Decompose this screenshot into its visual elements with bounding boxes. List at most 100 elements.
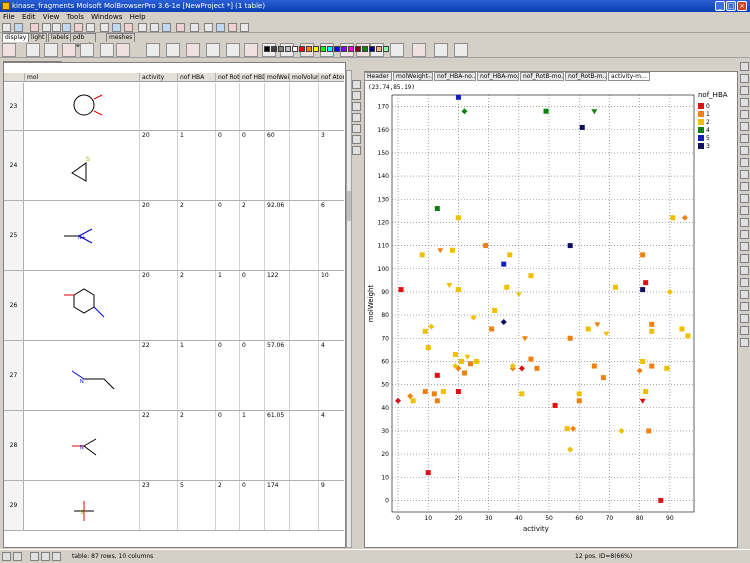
- data-point[interactable]: [576, 398, 582, 404]
- data-point[interactable]: [639, 398, 646, 404]
- data-point[interactable]: [468, 361, 474, 367]
- data-point[interactable]: [591, 109, 598, 115]
- data-point[interactable]: [434, 206, 440, 212]
- right-tool-button[interactable]: [740, 122, 749, 131]
- palette-swatch[interactable]: [306, 46, 312, 52]
- palette-swatch[interactable]: [264, 46, 270, 52]
- data-point[interactable]: [658, 497, 664, 503]
- data-point[interactable]: [640, 252, 646, 258]
- data-point[interactable]: [458, 358, 464, 364]
- data-point[interactable]: [461, 108, 468, 115]
- right-tool-button[interactable]: [740, 338, 749, 347]
- data-point[interactable]: [666, 288, 673, 295]
- status-icon-1[interactable]: [2, 552, 11, 561]
- data-point[interactable]: [528, 273, 534, 279]
- right-tool-button[interactable]: [740, 278, 749, 287]
- data-point[interactable]: [515, 292, 522, 298]
- right-tool-button[interactable]: [740, 74, 749, 83]
- palette-swatch[interactable]: [341, 46, 347, 52]
- right-tool-button[interactable]: [740, 206, 749, 215]
- data-point[interactable]: [670, 215, 676, 221]
- palette-swatch[interactable]: [313, 46, 319, 52]
- legend-item[interactable]: 0: [698, 103, 710, 110]
- data-point[interactable]: [543, 108, 549, 114]
- legend-item[interactable]: 2: [698, 119, 710, 126]
- right-tool-button[interactable]: [740, 182, 749, 191]
- right-tool-button[interactable]: [740, 86, 749, 95]
- status-icon-3[interactable]: [30, 552, 39, 561]
- legend-item[interactable]: 5: [698, 135, 710, 142]
- right-tool-button[interactable]: [740, 290, 749, 299]
- data-point[interactable]: [395, 397, 402, 404]
- data-point[interactable]: [681, 214, 688, 221]
- palette-swatch[interactable]: [320, 46, 326, 52]
- data-point[interactable]: [437, 248, 444, 254]
- data-point[interactable]: [474, 358, 480, 364]
- data-point[interactable]: [594, 322, 601, 328]
- data-point[interactable]: [643, 280, 649, 286]
- data-point[interactable]: [579, 124, 585, 130]
- data-point[interactable]: [585, 326, 591, 332]
- data-point[interactable]: [567, 335, 573, 341]
- data-point[interactable]: [504, 284, 510, 290]
- data-point[interactable]: [603, 331, 610, 337]
- right-tool-button[interactable]: [740, 266, 749, 275]
- right-tool-button[interactable]: [740, 314, 749, 323]
- data-point[interactable]: [679, 326, 685, 332]
- data-point[interactable]: [452, 351, 458, 357]
- legend-item[interactable]: 1: [698, 111, 710, 118]
- right-tool-button[interactable]: [740, 194, 749, 203]
- palette-swatch[interactable]: [376, 46, 382, 52]
- data-point[interactable]: [470, 314, 477, 321]
- data-point[interactable]: [455, 287, 461, 293]
- palette-swatch[interactable]: [292, 46, 298, 52]
- data-point[interactable]: [564, 426, 570, 432]
- data-point[interactable]: [649, 321, 655, 327]
- data-point[interactable]: [398, 287, 404, 293]
- data-point[interactable]: [576, 391, 582, 397]
- right-tool-button[interactable]: [740, 62, 749, 71]
- palette-swatch[interactable]: [285, 46, 291, 52]
- right-tool-button[interactable]: [740, 98, 749, 107]
- data-point[interactable]: [528, 356, 534, 362]
- data-point[interactable]: [518, 365, 525, 372]
- palette-swatch[interactable]: [327, 46, 333, 52]
- right-tool-button[interactable]: [740, 242, 749, 251]
- data-point[interactable]: [618, 427, 625, 434]
- data-point[interactable]: [640, 358, 646, 364]
- data-point[interactable]: [636, 367, 643, 374]
- data-point[interactable]: [407, 393, 414, 400]
- data-point[interactable]: [567, 446, 574, 453]
- data-point[interactable]: [489, 326, 495, 332]
- right-tool-button[interactable]: [740, 134, 749, 143]
- data-point[interactable]: [425, 470, 431, 476]
- legend-item[interactable]: 4: [698, 127, 710, 134]
- data-point[interactable]: [500, 319, 507, 326]
- right-tool-button[interactable]: [740, 158, 749, 167]
- data-point[interactable]: [612, 284, 618, 290]
- legend-item[interactable]: 3: [698, 143, 710, 150]
- data-point[interactable]: [425, 345, 431, 351]
- data-point[interactable]: [455, 94, 461, 100]
- data-point[interactable]: [519, 391, 525, 397]
- right-tool-button[interactable]: [740, 230, 749, 239]
- palette-swatch[interactable]: [299, 46, 305, 52]
- data-point[interactable]: [461, 370, 467, 376]
- right-tool-button[interactable]: [740, 326, 749, 335]
- data-point[interactable]: [455, 389, 461, 395]
- data-point[interactable]: [646, 428, 652, 434]
- right-tool-button[interactable]: [740, 170, 749, 179]
- right-tool-button[interactable]: [740, 110, 749, 119]
- palette-swatch[interactable]: [348, 46, 354, 52]
- data-point[interactable]: [643, 389, 649, 395]
- data-point[interactable]: [434, 398, 440, 404]
- data-point[interactable]: [521, 336, 528, 342]
- right-tool-button[interactable]: [740, 218, 749, 227]
- status-icon-2[interactable]: [13, 552, 22, 561]
- data-point[interactable]: [501, 261, 507, 267]
- status-icon-5[interactable]: [52, 552, 61, 561]
- right-tool-button[interactable]: [740, 302, 749, 311]
- data-point[interactable]: [649, 328, 655, 334]
- data-point[interactable]: [492, 307, 498, 313]
- data-point[interactable]: [640, 287, 646, 293]
